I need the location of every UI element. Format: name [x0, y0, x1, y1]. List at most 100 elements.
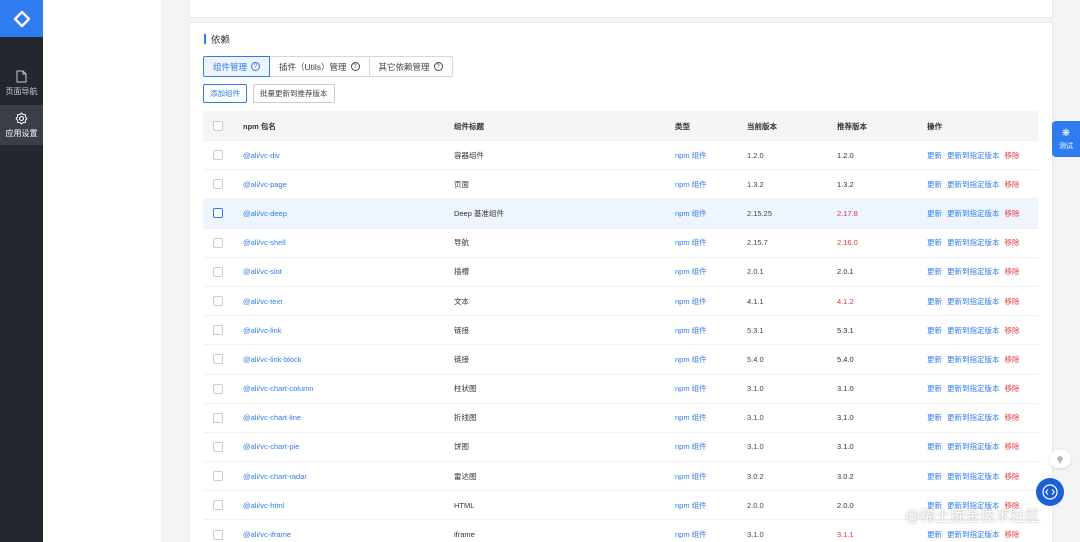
select-all-checkbox[interactable]: [213, 121, 223, 131]
remove-link[interactable]: 移除: [1005, 471, 1020, 482]
table-row: @ali/vc-deep Deep 基准组件 npm 组件 2.15.25 2.17.8…: [203, 199, 1038, 229]
tab-label: 其它依赖管理: [378, 61, 430, 72]
update-link[interactable]: 更新: [927, 471, 942, 482]
rail-item-page-nav[interactable]: 页面导航: [0, 63, 43, 103]
package-name-link[interactable]: @ali/vc-page: [243, 170, 287, 198]
remove-link[interactable]: 移除: [1005, 412, 1020, 423]
help-icon[interactable]: ?: [350, 62, 360, 71]
row-checkbox[interactable]: [213, 383, 223, 394]
component-title: 插槽: [454, 267, 469, 277]
update-to-version-link[interactable]: 更新到指定版本: [947, 179, 1000, 190]
update-to-version-link[interactable]: 更新到指定版本: [947, 529, 1000, 540]
row-actions: 更新 更新到指定版本 移除: [927, 141, 1025, 169]
current-version: 2.15.7: [747, 238, 768, 248]
update-link[interactable]: 更新: [927, 296, 942, 307]
recommended-version: 5.3.1: [837, 325, 854, 335]
remove-link[interactable]: 移除: [1005, 529, 1020, 540]
row-checkbox[interactable]: [213, 179, 223, 190]
row-checkbox[interactable]: [213, 150, 223, 161]
remove-link[interactable]: 移除: [1005, 266, 1020, 277]
remove-link[interactable]: 移除: [1005, 354, 1020, 365]
update-link[interactable]: 更新: [927, 237, 942, 248]
row-checkbox[interactable]: [213, 325, 223, 336]
app-logo[interactable]: [0, 0, 43, 37]
add-component-button[interactable]: 添加组件: [203, 84, 247, 103]
dependency-card: 依赖 组件管理 ? 插件（Utils）管理 ? 其它依赖管理 ? 添加组件 批量…: [189, 22, 1053, 542]
row-checkbox[interactable]: [213, 296, 223, 307]
update-link[interactable]: 更新: [927, 412, 942, 423]
package-name-link[interactable]: @ali/vc-chart-radar: [243, 462, 307, 490]
row-checkbox[interactable]: [213, 266, 223, 277]
test-button[interactable]: ❋ 测试: [1052, 121, 1080, 157]
update-to-version-link[interactable]: 更新到指定版本: [947, 208, 1000, 219]
remove-link[interactable]: 移除: [1005, 208, 1020, 219]
package-name-link[interactable]: @ali/vc-shell: [243, 229, 286, 257]
tab-other-deps[interactable]: 其它依赖管理 ?: [368, 56, 453, 77]
row-actions: 更新 更新到指定版本 移除: [927, 199, 1025, 227]
remove-link[interactable]: 移除: [1005, 150, 1020, 161]
update-link[interactable]: 更新: [927, 266, 942, 277]
help-icon[interactable]: ?: [251, 62, 261, 71]
package-name-link[interactable]: @ali/vc-text: [243, 287, 282, 315]
update-link[interactable]: 更新: [927, 325, 942, 336]
row-checkbox[interactable]: [213, 500, 223, 511]
update-to-version-link[interactable]: 更新到指定版本: [947, 296, 1000, 307]
update-to-version-link[interactable]: 更新到指定版本: [947, 237, 1000, 248]
tab-utils[interactable]: 插件（Utils）管理 ?: [269, 56, 370, 77]
row-checkbox[interactable]: [213, 529, 223, 540]
package-name-link[interactable]: @ali/vc-chart-line: [243, 404, 301, 432]
recommended-version: 2.17.8: [837, 208, 858, 218]
row-checkbox[interactable]: [213, 208, 223, 219]
component-title: 链接: [454, 354, 469, 364]
package-name-link[interactable]: @ali/vc-chart-column: [243, 375, 314, 403]
row-select-cell: [213, 520, 223, 542]
tab-components[interactable]: 组件管理 ?: [203, 56, 271, 77]
tab-label: 插件（Utils）管理: [279, 61, 347, 72]
package-name-link[interactable]: @ali/vc-div: [243, 141, 280, 169]
remove-link[interactable]: 移除: [1005, 237, 1020, 248]
update-to-version-link[interactable]: 更新到指定版本: [947, 383, 1000, 394]
package-name-link[interactable]: @ali/vc-iframe: [243, 520, 291, 542]
batch-update-button[interactable]: 批量更新到推荐版本: [253, 84, 335, 103]
package-name-link[interactable]: @ali/vc-html: [243, 491, 284, 519]
update-link[interactable]: 更新: [927, 150, 942, 161]
update-to-version-link[interactable]: 更新到指定版本: [947, 150, 1000, 161]
card-top-strip: [189, 0, 1053, 18]
rail-item-app-settings[interactable]: 应用设置: [0, 105, 43, 145]
package-name-link[interactable]: @ali/vc-chart-pie: [243, 433, 299, 461]
remove-link[interactable]: 移除: [1005, 325, 1020, 336]
help-icon[interactable]: ?: [433, 62, 443, 71]
remove-link[interactable]: 移除: [1005, 296, 1020, 307]
row-checkbox[interactable]: [213, 237, 223, 248]
pin-button[interactable]: [1049, 450, 1071, 468]
row-checkbox[interactable]: [213, 412, 223, 423]
remove-link[interactable]: 移除: [1005, 179, 1020, 190]
update-to-version-link[interactable]: 更新到指定版本: [947, 266, 1000, 277]
table-row: @ali/vc-slot 插槽 npm 组件 2.0.1 2.0.1 更新 更新到指定版本移…: [203, 258, 1038, 287]
update-link[interactable]: 更新: [927, 354, 942, 365]
update-link[interactable]: 更新: [927, 441, 942, 452]
update-link[interactable]: 更新: [927, 383, 942, 394]
update-to-version-link[interactable]: 更新到指定版本: [947, 412, 1000, 423]
row-select-cell: [213, 491, 223, 519]
row-checkbox[interactable]: [213, 471, 223, 482]
row-checkbox[interactable]: [213, 354, 223, 365]
package-name-link[interactable]: @ali/vc-slot: [243, 258, 282, 286]
update-to-version-link[interactable]: 更新到指定版本: [947, 471, 1000, 482]
update-link[interactable]: 更新: [927, 529, 942, 540]
remove-link[interactable]: 移除: [1005, 441, 1020, 452]
component-title: 页面: [454, 179, 469, 189]
package-name-link[interactable]: @ali/vc-link-block: [243, 345, 301, 373]
row-checkbox[interactable]: [213, 441, 223, 452]
update-link[interactable]: 更新: [927, 179, 942, 190]
update-to-version-link[interactable]: 更新到指定版本: [947, 354, 1000, 365]
recommended-version: 1.2.0: [837, 150, 854, 160]
update-link[interactable]: 更新: [927, 208, 942, 219]
update-to-version-link[interactable]: 更新到指定版本: [947, 441, 1000, 452]
package-name-link[interactable]: @ali/vc-link: [243, 316, 281, 344]
update-to-version-link[interactable]: 更新到指定版本: [947, 325, 1000, 336]
package-name-link[interactable]: @ali/vc-deep: [243, 199, 287, 227]
code-button[interactable]: [1036, 478, 1064, 506]
remove-link[interactable]: 移除: [1005, 383, 1020, 394]
component-title: 导航: [454, 238, 469, 248]
